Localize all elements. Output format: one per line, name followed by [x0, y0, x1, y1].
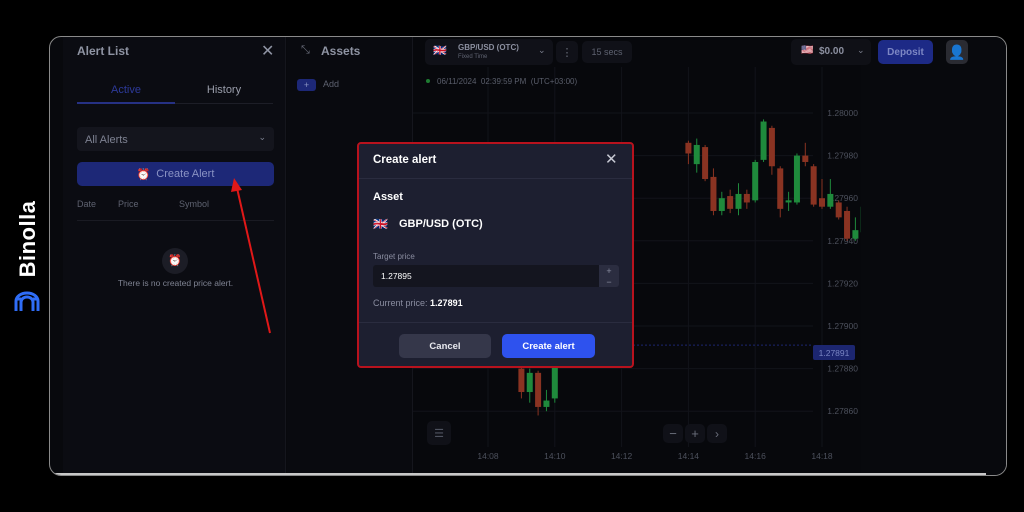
target-price-input[interactable]: 1.27895: [373, 265, 599, 287]
divider: [359, 322, 632, 323]
gbp-usd-flag-icon: 🇬🇧: [373, 217, 388, 231]
create-alert-modal: Create alert ✕ Asset 🇬🇧 GBP/USD (OTC) Ta…: [357, 142, 634, 368]
asset-section-label: Asset: [373, 191, 403, 203]
modal-asset-name: GBP/USD (OTC): [399, 218, 483, 230]
current-price-label: Current price: 1.27891: [373, 298, 463, 308]
current-price-caption: Current price:: [373, 298, 428, 308]
decrement-button[interactable]: −: [599, 276, 619, 287]
close-icon[interactable]: ✕: [605, 150, 618, 168]
confirm-create-alert-button[interactable]: Create alert: [502, 334, 595, 358]
current-price-value: 1.27891: [430, 298, 463, 308]
divider: [359, 178, 632, 179]
increment-button[interactable]: +: [599, 265, 619, 276]
modal-title: Create alert: [373, 154, 437, 166]
target-price-label: Target price: [373, 252, 415, 261]
cancel-button[interactable]: Cancel: [399, 334, 491, 358]
